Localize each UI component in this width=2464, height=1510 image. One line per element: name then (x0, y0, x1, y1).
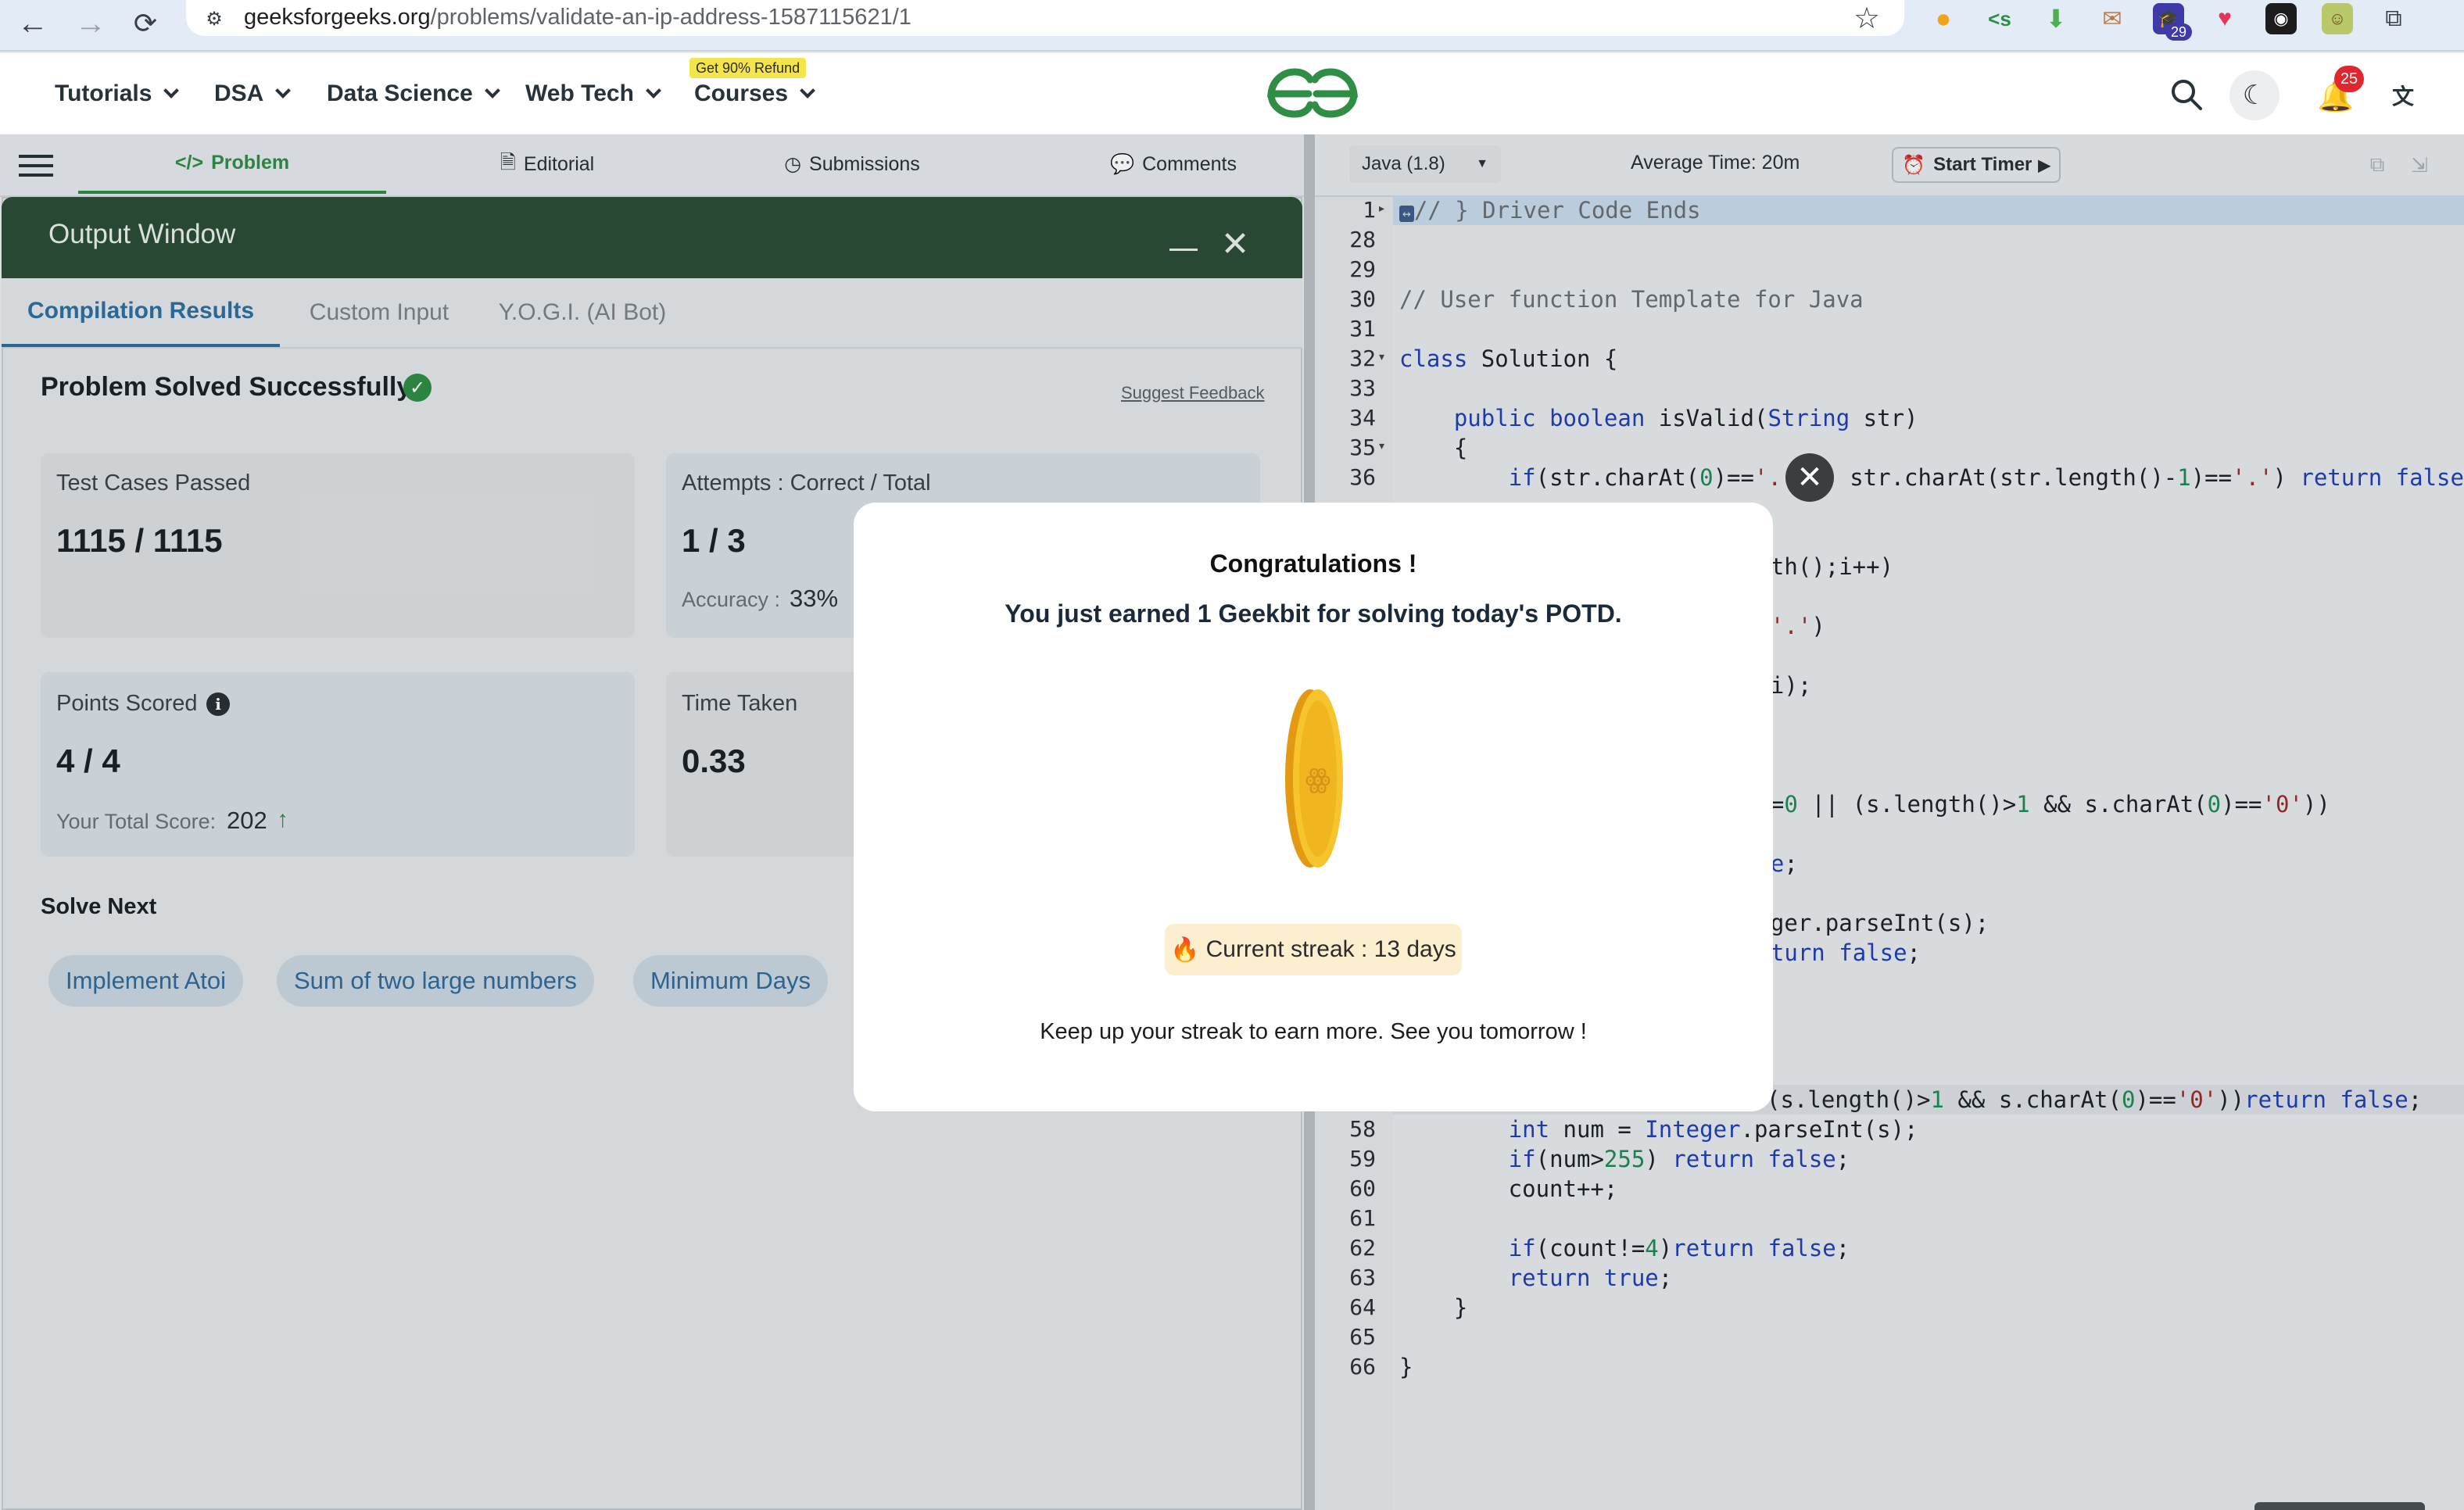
chevron-down-icon (646, 83, 661, 98)
menu-data-science[interactable]: Data Science (327, 77, 500, 111)
chevron-down-icon (163, 83, 180, 98)
menu-label: Web Tech (525, 81, 634, 106)
geekbit-coin-icon: ꙮ (1285, 689, 1343, 868)
menu-courses[interactable]: Courses (694, 77, 815, 111)
close-modal-button[interactable]: ✕ (1785, 453, 1834, 502)
site-settings-icon[interactable]: ⚙ (199, 5, 230, 33)
avatar-extension-icon[interactable]: ☺ (2322, 3, 2353, 34)
modal-title: Congratulations ! (1209, 549, 1417, 578)
url-path: /problems/validate-an-ip-address-1587115… (430, 5, 911, 30)
streak-text: Current streak : 13 days (1205, 936, 1456, 962)
search-icon[interactable] (2169, 77, 2204, 113)
streak-badge: 🔥 Current streak : 13 days (1165, 924, 1462, 975)
back-icon[interactable]: ← (13, 3, 53, 44)
extension-badge: 29 (2165, 23, 2192, 41)
reader-extension-icon[interactable]: ◉ (2265, 3, 2297, 34)
download-extension-icon[interactable]: ⬇ (2040, 3, 2072, 34)
modal-subtitle: You just earned 1 Geekbit for solving to… (1005, 599, 1622, 628)
forward-icon[interactable]: → (70, 3, 111, 44)
fire-icon: 🔥 (1170, 936, 1200, 963)
menu-label: Data Science (327, 81, 473, 106)
url-host: geeksforgeeks.org (244, 5, 431, 30)
chevron-down-icon (484, 83, 500, 98)
menu-dsa[interactable]: DSA (214, 77, 292, 111)
menu-tutorials[interactable]: Tutorials (55, 77, 180, 111)
bookmark-star-icon[interactable]: ☆ (1848, 0, 1886, 36)
translate-icon[interactable]: 文 (2386, 78, 2420, 113)
pocket-extension-icon[interactable]: ♥ (2209, 3, 2240, 34)
mail-extension-icon[interactable]: ✉ (2097, 3, 2128, 34)
refund-badge: Get 90% Refund (689, 58, 807, 78)
lightbulb-extension-icon[interactable]: ● (1928, 3, 1959, 34)
puzzle-extensions-icon[interactable]: ⧉ (2378, 3, 2409, 34)
chevron-down-icon (275, 83, 292, 98)
chevron-down-icon (800, 83, 815, 98)
url-text[interactable]: geeksforgeeks.org/problems/validate-an-i… (244, 2, 911, 33)
menu-label: Tutorials (55, 81, 152, 106)
menu-web-tech[interactable]: Web Tech (525, 77, 661, 111)
menu-label: DSA (214, 81, 264, 106)
reload-icon[interactable]: ⟳ (125, 3, 166, 44)
menu-label: Courses (694, 81, 789, 106)
code-extension-icon[interactable]: <s (1984, 3, 2015, 34)
dark-mode-moon-icon[interactable]: ☾ (2229, 70, 2280, 120)
svg-text:ꙮ: ꙮ (1305, 764, 1331, 795)
modal-footer-text: Keep up your streak to earn more. See yo… (1040, 1018, 1587, 1044)
gfg-logo[interactable] (1263, 66, 1362, 120)
notification-count-badge: 25 (2334, 66, 2364, 92)
